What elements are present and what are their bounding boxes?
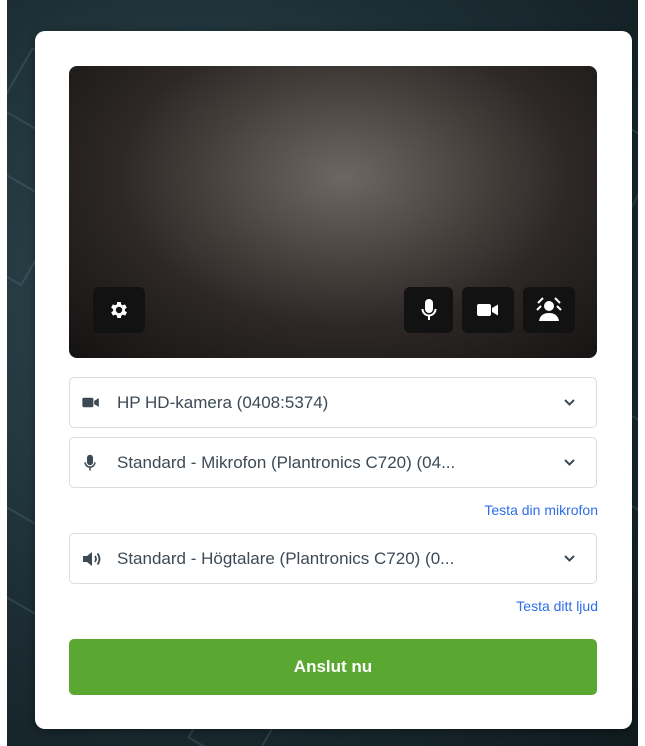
camera-select[interactable]: HP HD-kamera (0408:5374) bbox=[69, 377, 597, 428]
speaker-select-value: Standard - Högtalare (Plantronics C720) … bbox=[117, 548, 455, 568]
camera-select-value: HP HD-kamera (0408:5374) bbox=[117, 392, 329, 412]
device-setup-dialog: HP HD-kamera (0408:5374) Standard - Mikr… bbox=[35, 31, 632, 729]
speaker-icon bbox=[82, 551, 108, 567]
test-audio-link[interactable]: Testa ditt ljud bbox=[516, 598, 598, 614]
microphone-icon bbox=[82, 454, 108, 472]
toggle-microphone-button[interactable] bbox=[404, 287, 453, 333]
background-blur-icon bbox=[536, 297, 562, 321]
toggle-camera-button[interactable] bbox=[462, 287, 514, 333]
microphone-select[interactable]: Standard - Mikrofon (Plantronics C720) (… bbox=[69, 437, 597, 488]
video-camera-icon bbox=[82, 397, 108, 408]
camera-preview bbox=[69, 66, 597, 358]
join-now-button[interactable]: Anslut nu bbox=[69, 639, 597, 695]
background-effects-button[interactable] bbox=[523, 287, 575, 333]
chevron-down-icon bbox=[562, 555, 576, 562]
video-camera-icon bbox=[477, 304, 498, 316]
chevron-down-icon bbox=[562, 399, 576, 406]
settings-button[interactable] bbox=[93, 287, 145, 333]
gear-icon bbox=[111, 302, 127, 318]
speaker-select[interactable]: Standard - Högtalare (Plantronics C720) … bbox=[69, 533, 597, 584]
microphone-icon bbox=[421, 299, 436, 320]
microphone-select-value: Standard - Mikrofon (Plantronics C720) (… bbox=[117, 452, 456, 472]
test-microphone-link[interactable]: Testa din mikrofon bbox=[484, 502, 598, 518]
chevron-down-icon bbox=[562, 459, 576, 466]
